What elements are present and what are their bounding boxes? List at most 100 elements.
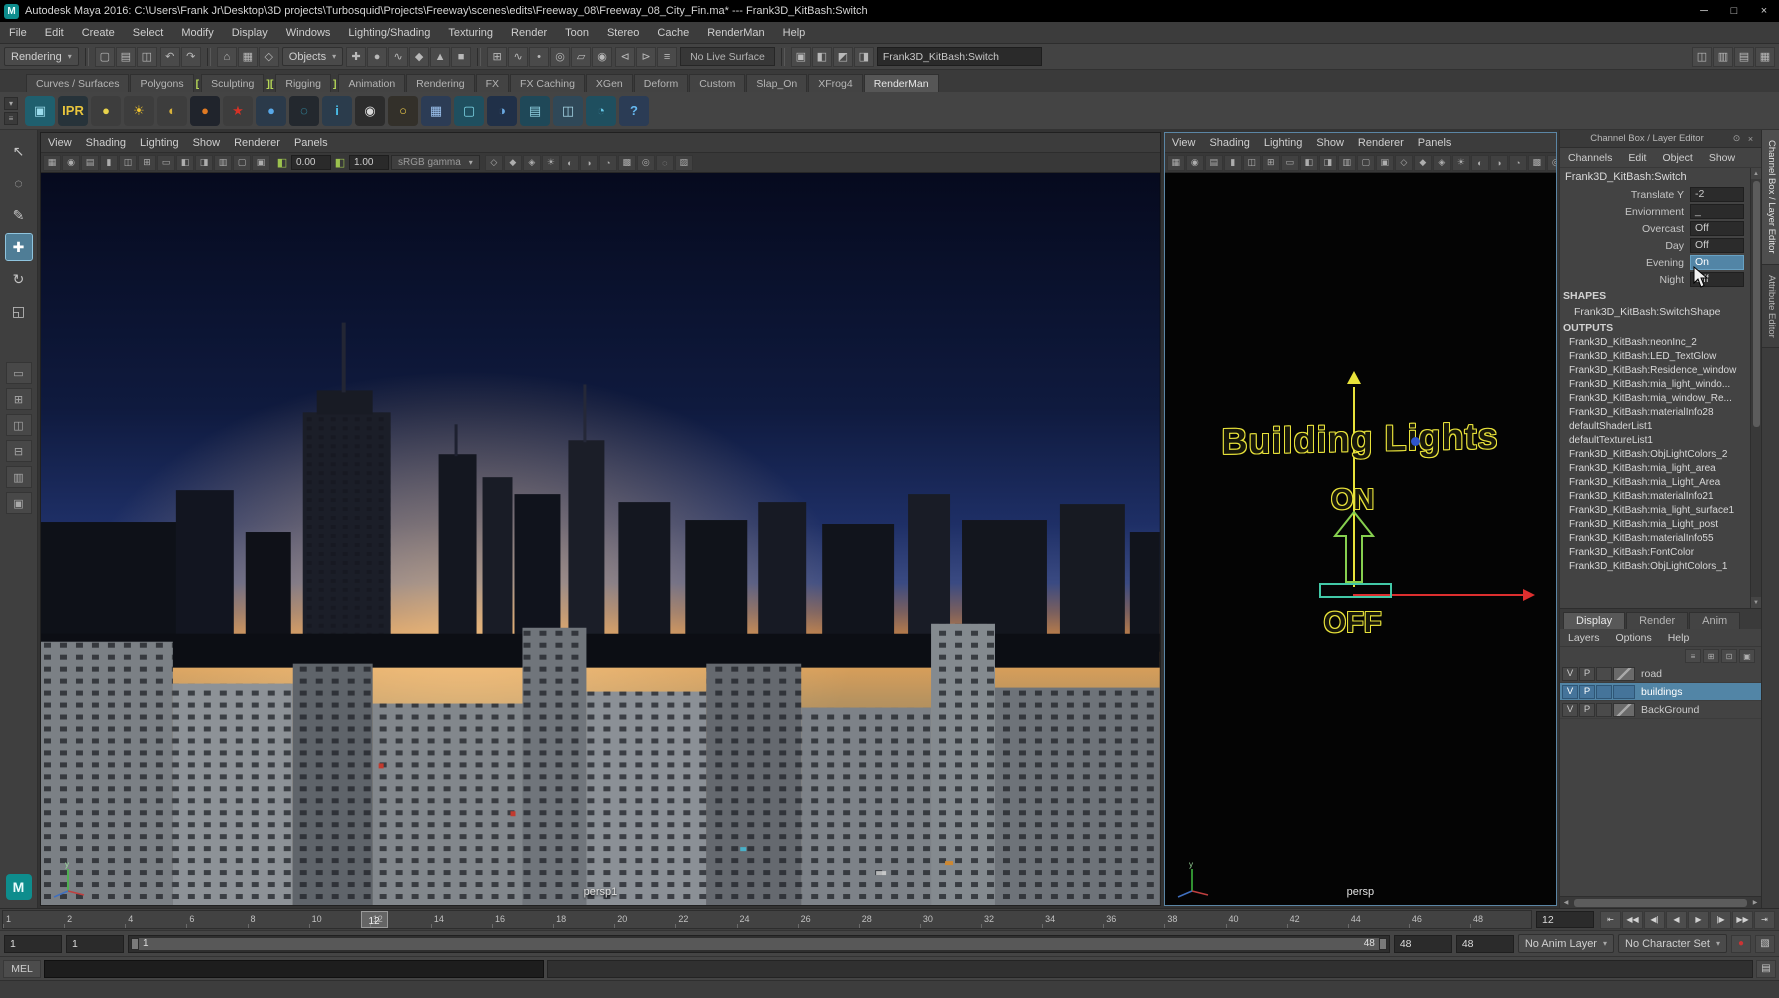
time-globe-icon[interactable]: ◔ — [586, 96, 616, 126]
output-node-item[interactable]: Frank3D_KitBash:mia_Light_post — [1560, 518, 1750, 532]
scrollbar-thumb[interactable] — [1574, 899, 1747, 907]
resolution-gate-icon[interactable]: ◧ — [176, 155, 194, 171]
current-frame-field[interactable]: 12 — [1536, 911, 1594, 928]
viewport-menu-item[interactable]: Renderer — [227, 137, 287, 149]
camera-attributes-icon[interactable]: ▤ — [81, 155, 99, 171]
script-editor-icon[interactable]: ▤ — [1756, 960, 1776, 978]
shelf-tab[interactable]: Curves / Surfaces — [26, 74, 129, 92]
layers-sort-icon[interactable]: ≡ — [1685, 649, 1701, 663]
viewport-canvas-persp[interactable]: Building Lights ON OFF y persp — [1165, 173, 1556, 905]
view-transform-dropdown[interactable]: sRGB gamma ▾ — [391, 155, 480, 170]
shelf-tab[interactable]: ] — [332, 75, 338, 92]
bookmarks-icon[interactable]: ▮ — [1224, 155, 1242, 171]
output-node-item[interactable]: Frank3D_KitBash:mia_Light_Area — [1560, 476, 1750, 490]
command-language-button[interactable]: MEL — [3, 960, 41, 978]
rman-archive-icon[interactable]: ▣ — [25, 96, 55, 126]
mask-deformers-icon[interactable]: ▲ — [430, 47, 450, 67]
layer-visible-toggle[interactable]: V — [1562, 703, 1578, 717]
menu-item[interactable]: Modify — [172, 27, 222, 39]
open-render-view-icon[interactable]: ▣ — [791, 47, 811, 67]
panel-close-icon[interactable]: × — [1744, 134, 1757, 144]
switch-arrow-curve[interactable] — [1333, 510, 1375, 584]
save-scene-icon[interactable]: ◫ — [137, 47, 157, 67]
scroll-down-icon[interactable]: ▼ — [1751, 597, 1761, 608]
timeline-tick[interactable]: 14 — [431, 911, 492, 928]
safe-title-icon[interactable]: ▣ — [1376, 155, 1394, 171]
menu-item[interactable]: Cache — [648, 27, 698, 39]
animation-end-field[interactable]: 48 — [1456, 935, 1514, 953]
timeline-tick[interactable]: 20 — [614, 911, 675, 928]
env-sphere-icon[interactable]: ● — [190, 96, 220, 126]
menu-item[interactable]: Create — [73, 27, 124, 39]
select-camera-icon[interactable]: ▦ — [43, 155, 61, 171]
channel-attribute-value[interactable]: Off — [1690, 272, 1744, 287]
output-node-item[interactable]: Frank3D_KitBash:materialInfo21 — [1560, 490, 1750, 504]
safe-title-icon[interactable]: ▣ — [252, 155, 270, 171]
viewport-menu-item[interactable]: Show — [186, 137, 228, 149]
gate-mask-icon[interactable]: ◨ — [195, 155, 213, 171]
undo-icon[interactable]: ↶ — [160, 47, 180, 67]
channel-attribute-value[interactable]: _ — [1690, 204, 1744, 219]
channel-attribute-label[interactable]: Translate Y — [1631, 189, 1684, 201]
toggle-modeling-toolkit-icon[interactable]: ◫ — [1692, 47, 1712, 67]
isolate-select-icon[interactable]: ◌ — [656, 155, 674, 171]
shelf-tab[interactable]: XGen — [586, 74, 633, 92]
menu-item[interactable]: RenderMan — [698, 27, 773, 39]
selection-mask-dropdown[interactable]: Objects ▾ — [282, 47, 343, 66]
output-node-item[interactable]: Frank3D_KitBash:ObjLightColors_2 — [1560, 448, 1750, 462]
view-grid-icon[interactable]: ⊞ — [1262, 155, 1280, 171]
textured-mode-icon[interactable]: ◈ — [523, 155, 541, 171]
ipr-render-icon[interactable]: ◩ — [833, 47, 853, 67]
camera-attributes-icon[interactable]: ▤ — [1205, 155, 1223, 171]
spreadsheet-icon[interactable]: ▦ — [421, 96, 451, 126]
shelf-tab[interactable]: XFrog4 — [808, 74, 862, 92]
layer-name[interactable]: BackGround — [1636, 704, 1699, 716]
image-plane-icon[interactable]: ◫ — [1243, 155, 1261, 171]
open-scene-icon[interactable]: ▤ — [116, 47, 136, 67]
multisample-icon[interactable]: ▩ — [618, 155, 636, 171]
menu-item[interactable]: Edit — [36, 27, 73, 39]
rotate-tool-icon[interactable]: ↻ — [6, 266, 32, 292]
output-connections-icon[interactable]: ⊳ — [636, 47, 656, 67]
textured-mode-icon[interactable]: ◈ — [1433, 155, 1451, 171]
motion-blur-icon[interactable]: ◔ — [1509, 155, 1527, 171]
channel-attribute-value[interactable]: On — [1690, 255, 1744, 270]
render-current-frame-icon[interactable]: ◧ — [812, 47, 832, 67]
playback-end-field[interactable]: 48 — [1394, 935, 1452, 953]
mask-surfaces-icon[interactable]: ◆ — [409, 47, 429, 67]
output-node-item[interactable]: Frank3D_KitBash:FontColor — [1560, 546, 1750, 560]
shelf-tab[interactable]: ][ — [265, 75, 274, 92]
menu-item[interactable]: Stereo — [598, 27, 648, 39]
inspect-eye-icon[interactable]: ◉ — [355, 96, 385, 126]
output-node-item[interactable]: Frank3D_KitBash:materialInfo55 — [1560, 532, 1750, 546]
menu-item[interactable]: Toon — [556, 27, 598, 39]
viewport-menu-item[interactable]: Panels — [1411, 137, 1459, 149]
menu-item[interactable]: Help — [774, 27, 815, 39]
resolution-gate-icon[interactable]: ◧ — [1300, 155, 1318, 171]
translate-y-arrowhead-icon[interactable] — [1347, 371, 1361, 384]
menu-item[interactable]: Select — [124, 27, 173, 39]
output-node-item[interactable]: Frank3D_KitBash:mia_window_Re... — [1560, 392, 1750, 406]
gate-mask-icon[interactable]: ◨ — [1319, 155, 1337, 171]
viewport-menu-item[interactable]: Lighting — [1257, 137, 1310, 149]
panel-pin-icon[interactable]: ⊙ — [1730, 133, 1743, 144]
lock-camera-icon[interactable]: ◉ — [1186, 155, 1204, 171]
layout-hypershade-icon[interactable]: ⊟ — [6, 440, 32, 462]
toggle-channel-box-icon[interactable]: ▦ — [1755, 47, 1775, 67]
shelf-tab[interactable]: Animation — [338, 74, 405, 92]
select-tool-icon[interactable]: ↖ — [6, 138, 32, 164]
layer-swatch[interactable] — [1613, 685, 1635, 699]
output-node-item[interactable]: Frank3D_KitBash:materialInfo28 — [1560, 406, 1750, 420]
channel-box-menu-item[interactable]: Channels — [1560, 152, 1620, 164]
layout-custom-icon[interactable]: ▣ — [6, 492, 32, 514]
channel-attribute-label[interactable]: Evening — [1646, 257, 1684, 269]
select-object-icon[interactable]: ▦ — [238, 47, 258, 67]
image-icon[interactable]: ▤ — [520, 96, 550, 126]
new-scene-icon[interactable]: ▢ — [95, 47, 115, 67]
channel-attribute-label[interactable]: Day — [1665, 240, 1684, 252]
layer-editor-menu-item[interactable]: Layers — [1560, 632, 1608, 644]
timeline-tick[interactable]: 32 — [981, 911, 1042, 928]
channel-box-menu-item[interactable]: Edit — [1620, 152, 1654, 164]
shadows-icon[interactable]: ◐ — [1471, 155, 1489, 171]
output-node-item[interactable]: Frank3D_KitBash:LED_TextGlow — [1560, 350, 1750, 364]
